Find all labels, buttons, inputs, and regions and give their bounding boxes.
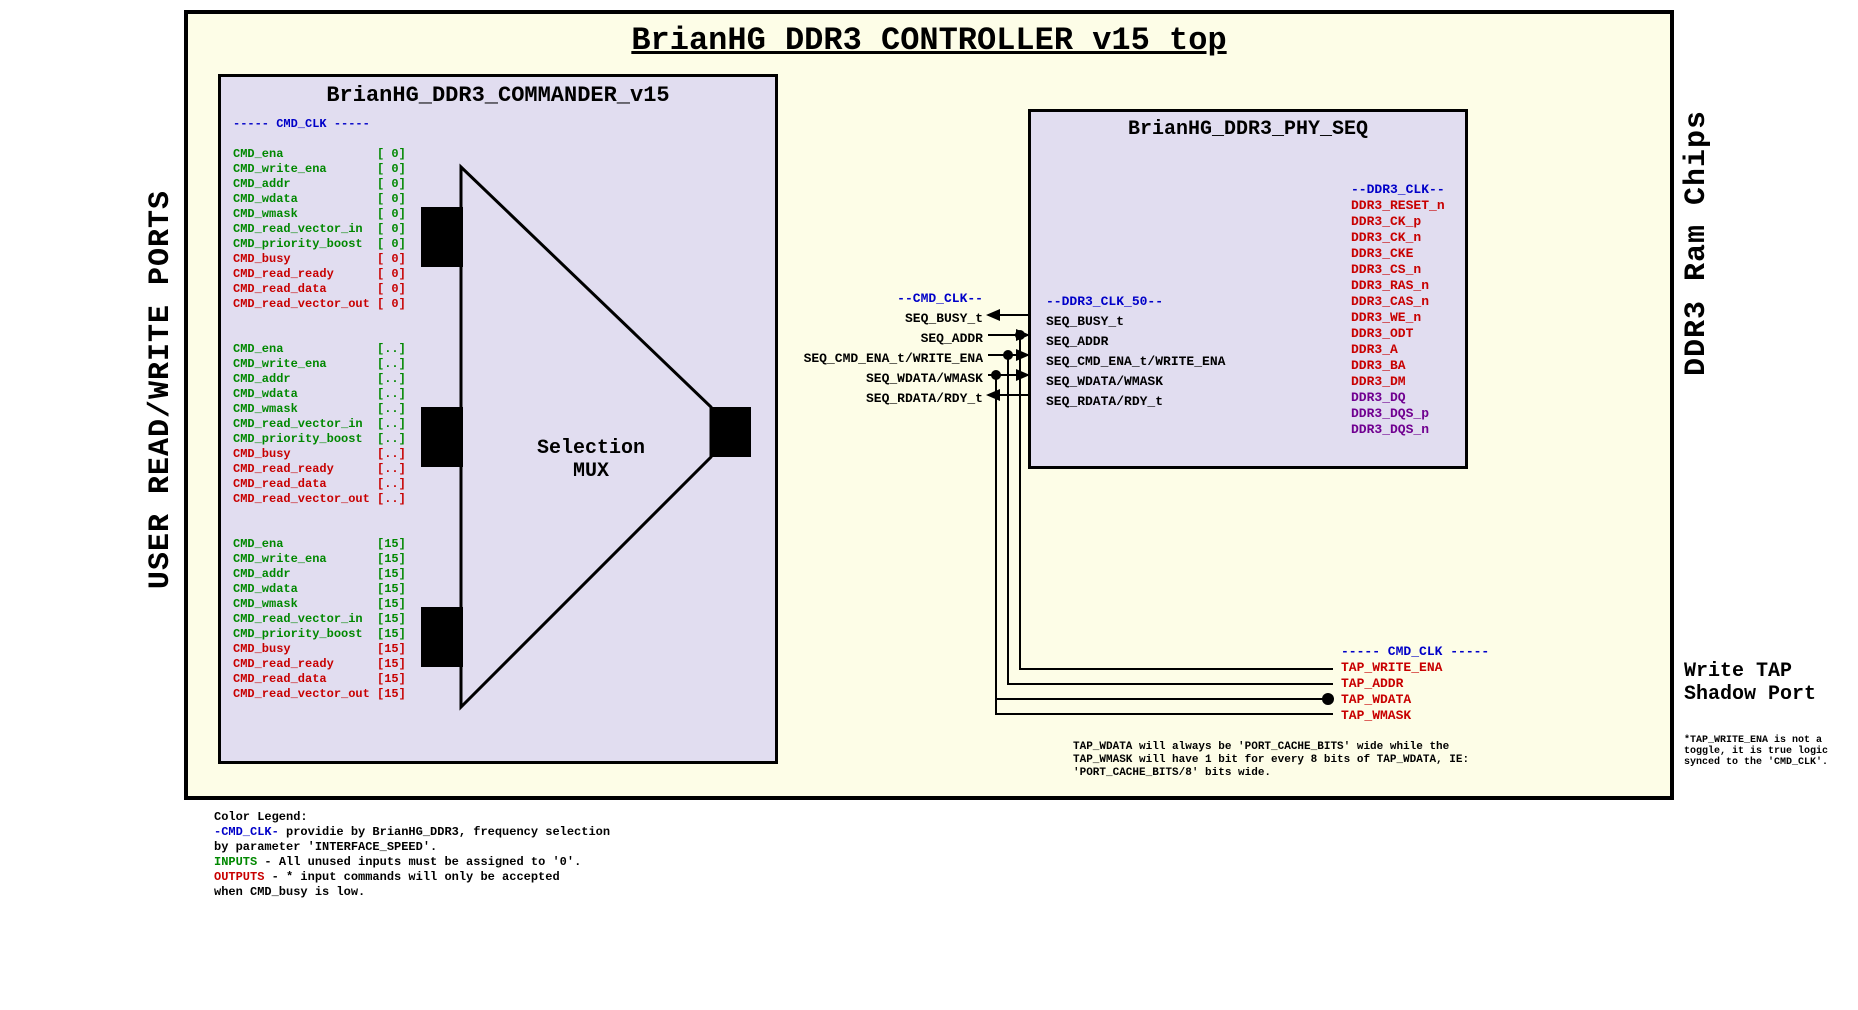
ddr-sig: DDR3_WE_n — [1351, 310, 1445, 326]
legend-inputs: INPUTS — [214, 855, 264, 869]
ddr-sig: DDR3_CK_n — [1351, 230, 1445, 246]
phy-block: BrianHG_DDR3_PHY_SEQ --DDR3_CLK_50-- SEQ… — [1028, 109, 1468, 469]
tap-note: TAP_WDATA will always be 'PORT_CACHE_BIT… — [1073, 741, 1473, 780]
tap-write-ena: TAP_WRITE_ENA — [1341, 660, 1489, 676]
ddr-sig: DDR3_ODT — [1351, 326, 1445, 342]
legend-l1b: providie by BrianHG_DDR3, frequency sele… — [279, 825, 610, 839]
legend-title: Color Legend: — [214, 810, 610, 825]
ddr-clk: --DDR3_CLK-- — [1351, 182, 1445, 198]
phy-seq-wdata: SEQ_WDATA/WMASK — [1046, 372, 1225, 392]
ddr-sig: DDR3_A — [1351, 342, 1445, 358]
ddr-chips-label: DDR3 Ram Chips — [1680, 110, 1714, 376]
ddr-signals: --DDR3_CLK-- DDR3_RESET_nDDR3_CK_pDDR3_C… — [1351, 182, 1445, 438]
ddr-sig: DDR3_CKE — [1351, 246, 1445, 262]
ddr-sig: DDR3_CK_p — [1351, 214, 1445, 230]
legend-cmdclk: -CMD_CLK- — [214, 825, 279, 839]
ddr-sig: DDR3_BA — [1351, 358, 1445, 374]
tap-wdata: TAP_WDATA — [1341, 692, 1489, 708]
ddr-sig: DDR3_DQS_p — [1351, 406, 1445, 422]
ddr-sig: DDR3_CS_n — [1351, 262, 1445, 278]
tap-footnote: *TAP_WRITE_ENA is not a toggle, it is tr… — [1684, 735, 1854, 768]
phy-seq-busy: SEQ_BUSY_t — [1046, 312, 1225, 332]
ddr-sig: DDR3_RAS_n — [1351, 278, 1445, 294]
ddr-sig: DDR3_RESET_n — [1351, 198, 1445, 214]
color-legend: Color Legend: -CMD_CLK- providie by Bria… — [214, 810, 610, 900]
ddr-sig: DDR3_CAS_n — [1351, 294, 1445, 310]
legend-l2b: - All unused inputs must be assigned to … — [264, 855, 581, 869]
phy-left-signals: --DDR3_CLK_50-- SEQ_BUSY_t SEQ_ADDR SEQ_… — [1046, 292, 1225, 412]
phy-seq-cmdena: SEQ_CMD_ENA_t/WRITE_ENA — [1046, 352, 1225, 372]
legend-outputs: OUTPUTS — [214, 870, 272, 884]
phy-title: BrianHG_DDR3_PHY_SEQ — [1031, 112, 1465, 147]
ddr-sig: DDR3_DQ — [1351, 390, 1445, 406]
legend-l1c: by parameter 'INTERFACE_SPEED'. — [214, 840, 610, 855]
tap-addr: TAP_ADDR — [1341, 676, 1489, 692]
tap-clk: ----- CMD_CLK ----- — [1341, 644, 1489, 660]
tap-signals: ----- CMD_CLK ----- TAP_WRITE_ENA TAP_AD… — [1341, 644, 1489, 724]
legend-l3c: when CMD_busy is low. — [214, 885, 610, 900]
user-ports-label: USER READ/WRITE PORTS — [144, 190, 178, 589]
ddr-sig: DDR3_DM — [1351, 374, 1445, 390]
phy-seq-rdata: SEQ_RDATA/RDY_t — [1046, 392, 1225, 412]
phy-seq-addr: SEQ_ADDR — [1046, 332, 1225, 352]
main-frame: BrianHG DDR3 CONTROLLER v15 top BrianHG_… — [184, 10, 1674, 800]
ddr-sig: DDR3_DQS_n — [1351, 422, 1445, 438]
tap-label: Write TAPShadow Port — [1684, 660, 1844, 706]
phy-clk: --DDR3_CLK_50-- — [1046, 292, 1225, 312]
legend-l3b: - * input commands will only be accepted — [272, 870, 560, 884]
tap-wmask: TAP_WMASK — [1341, 708, 1489, 724]
